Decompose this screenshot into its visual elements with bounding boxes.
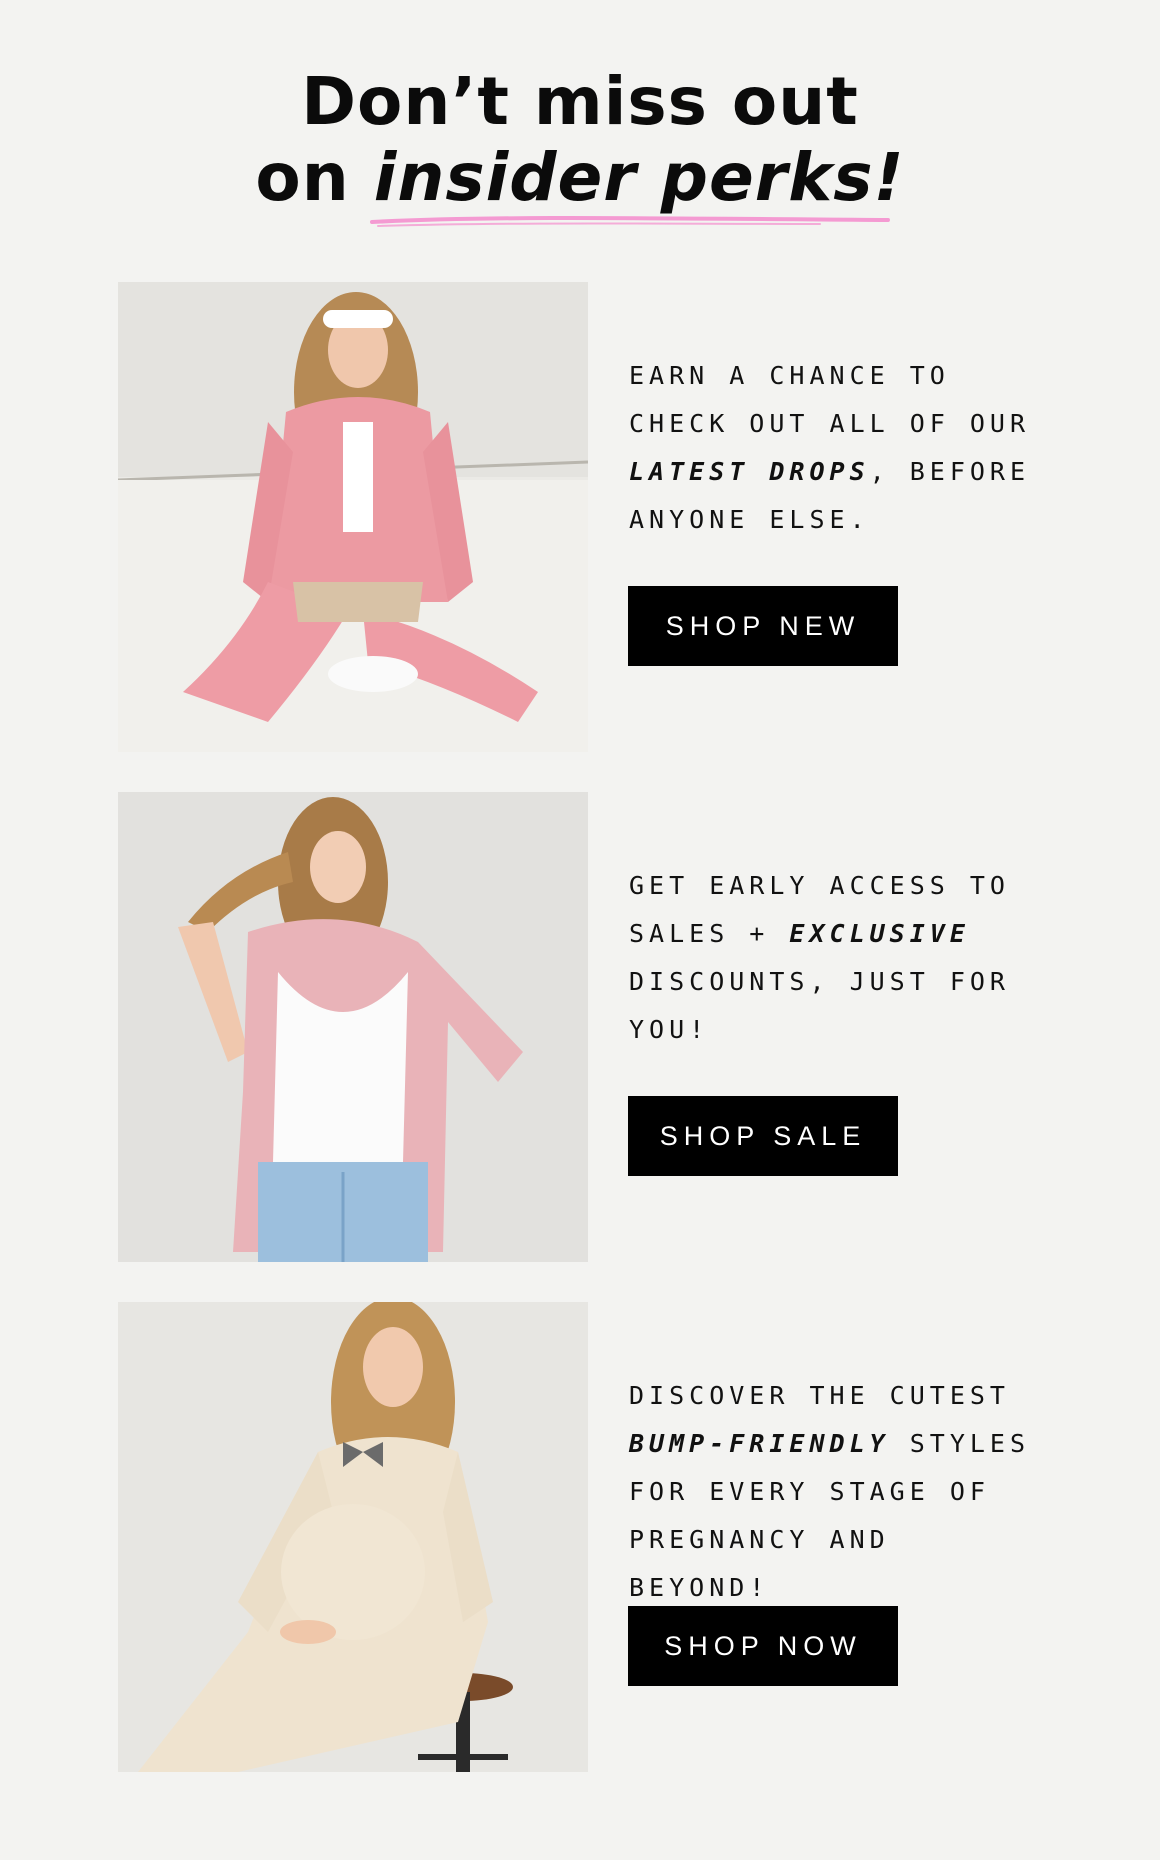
perk-row-sale: Get early access to sales + exclusive di… xyxy=(118,792,1038,1262)
perk-copy-text: Discover the cutest xyxy=(629,1381,1010,1410)
model-pink-striped-shirt-photo xyxy=(118,792,588,1262)
perk-copy-sale: Get early access to sales + exclusive di… xyxy=(629,862,1038,1054)
perk-copy-emphasis: latest drops xyxy=(629,457,870,486)
headline-line-2: on insider perks! xyxy=(0,140,1160,216)
perk-copy-text: Earn a chance to check out all of our xyxy=(629,361,1031,438)
perk-row-bump: Discover the cutest bump-friendly styles… xyxy=(118,1302,1038,1772)
pink-underline-decoration xyxy=(370,216,890,227)
headline-emphasis: insider perks! xyxy=(373,139,905,216)
perk-row-new: Earn a chance to check out all of our la… xyxy=(118,282,1038,752)
perk-copy-text-end: discounts, just for you! xyxy=(629,967,1010,1044)
perk-copy-emphasis: bump-friendly xyxy=(629,1429,890,1458)
perk-copy-emphasis: exclusive xyxy=(789,919,970,948)
model-pink-velour-tracksuit-photo xyxy=(118,282,588,752)
headline-line-2-prefix: on xyxy=(255,139,374,216)
headline: Don’t miss out on insider perks! xyxy=(0,64,1160,216)
perk-copy-bump: Discover the cutest bump-friendly styles… xyxy=(629,1372,1038,1612)
shop-now-button[interactable]: SHOP NOW xyxy=(628,1606,898,1686)
shop-sale-button[interactable]: SHOP SALE xyxy=(628,1096,898,1176)
perk-copy-new: Earn a chance to check out all of our la… xyxy=(629,352,1038,544)
headline-line-1: Don’t miss out xyxy=(301,63,859,140)
model-cream-knit-dress-photo xyxy=(118,1302,588,1772)
shop-new-button[interactable]: SHOP NEW xyxy=(628,586,898,666)
